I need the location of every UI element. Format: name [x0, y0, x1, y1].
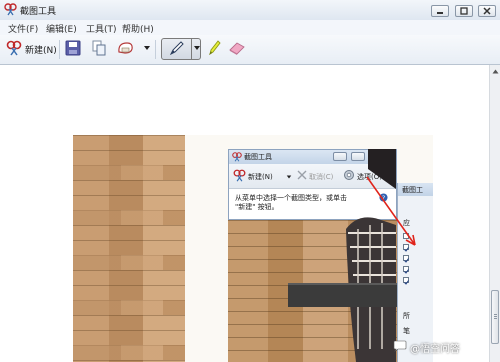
- toolbar-separator: [59, 40, 60, 59]
- option-checkbox-4: [403, 266, 409, 274]
- chevron-down-icon: [193, 44, 201, 55]
- chat-bubble-icon: [393, 340, 407, 355]
- pen-dropdown-button[interactable]: [193, 39, 201, 59]
- close-icon: [483, 7, 491, 15]
- close-button[interactable]: [478, 5, 496, 17]
- inner-new-label: 新建(N): [248, 173, 273, 181]
- menu-edit[interactable]: 编辑(E): [46, 22, 77, 35]
- captured-image: 截图工具 新建(N) 取消(C) 选项(O) 从菜单中选择一个截图类型，或单击 …: [73, 135, 433, 362]
- copy-button[interactable]: [91, 39, 107, 59]
- save-button[interactable]: [65, 39, 81, 59]
- watermark-text: @悟空问答: [410, 343, 460, 355]
- highlighter-button[interactable]: [206, 39, 222, 59]
- options-bottom-label-1: 所: [403, 312, 410, 320]
- eraser-button[interactable]: [228, 39, 246, 59]
- eraser-icon: [228, 40, 246, 59]
- menu-file[interactable]: 文件(F): [8, 22, 38, 35]
- inner-window-title: 截图工具: [244, 153, 272, 161]
- maximize-icon: [460, 7, 468, 15]
- option-checkbox-3: [403, 255, 409, 263]
- keyboard-photo: [288, 283, 398, 307]
- options-bottom-label-2: 笔: [403, 327, 410, 335]
- minimize-button[interactable]: [431, 5, 449, 17]
- pen-tool-main[interactable]: [168, 39, 186, 59]
- snipping-tool-icon: [6, 40, 22, 59]
- menu-help[interactable]: 帮助(H): [122, 22, 154, 35]
- chevron-down-icon: [286, 173, 292, 183]
- highlighter-icon: [206, 39, 222, 60]
- menu-bar: 文件(F) 编辑(E) 工具(T) 帮助(H): [0, 20, 500, 35]
- copy-icon: [91, 40, 107, 59]
- minimize-icon: [437, 12, 443, 14]
- wood-wall-photo: [73, 135, 185, 362]
- window-titlebar: 截图工具: [0, 0, 500, 21]
- main-toolbar: 新建(N): [0, 35, 500, 65]
- new-snip-button[interactable]: 新建(N): [6, 39, 57, 59]
- vertical-scrollbar[interactable]: [489, 65, 500, 362]
- maximize-button[interactable]: [455, 5, 473, 17]
- scroll-up-icon[interactable]: [492, 67, 499, 77]
- window-title: 截图工具: [20, 7, 57, 17]
- snipping-tool-icon: [4, 3, 17, 19]
- pen-icon: [168, 39, 186, 60]
- send-snip-button[interactable]: [117, 39, 135, 59]
- pen-split-divider: [191, 38, 192, 60]
- cancel-icon: [297, 170, 307, 183]
- scrollbar-thumb[interactable]: [491, 290, 499, 344]
- new-snip-label: 新建(N): [25, 45, 57, 56]
- toolbar-separator: [155, 40, 156, 59]
- option-checkbox-5: [403, 277, 409, 285]
- save-icon: [65, 40, 81, 59]
- red-arrow-annotation: [366, 176, 416, 246]
- watermark: @悟空问答: [393, 338, 460, 356]
- send-icon: [117, 40, 135, 59]
- menu-tools[interactable]: 工具(T): [86, 22, 117, 35]
- snipping-tool-icon: [233, 169, 246, 185]
- chevron-down-icon: [143, 44, 151, 55]
- inner-cancel-label: 取消(C): [309, 173, 334, 181]
- send-dropdown-button[interactable]: [143, 39, 151, 59]
